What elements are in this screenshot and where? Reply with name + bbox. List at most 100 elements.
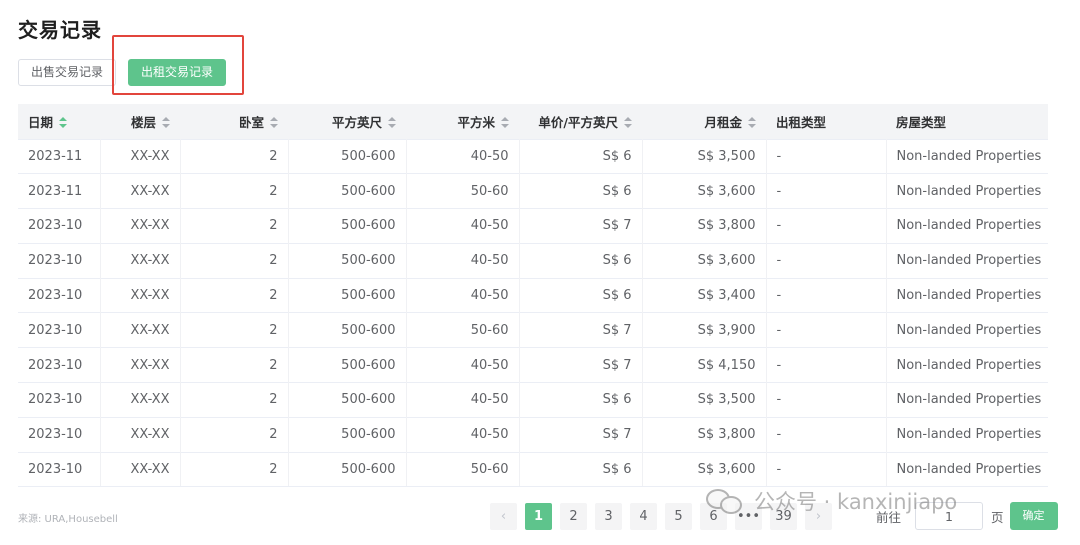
goto-page-input[interactable] xyxy=(915,502,984,530)
tab-sale-records[interactable]: 出售交易记录 xyxy=(18,59,117,86)
cell-property-type: Non-landed Properties xyxy=(896,392,1042,408)
cell-monthly-rent: S$ 3,800 xyxy=(642,417,767,453)
pagination: ‹ 1 2 3 4 5 6 ••• 39 › 前往 页 确定 xyxy=(490,502,1058,530)
table-row: 2023-10 XX-XX 2 500-600 40-50 S$ 6 S$ 3,400- No… xyxy=(18,278,1048,313)
cell-floor: XX-XX xyxy=(100,278,181,313)
sort-icon[interactable] xyxy=(501,117,509,129)
cell-price-psf: S$ 6 xyxy=(519,139,643,174)
prev-page-button[interactable]: ‹ xyxy=(490,502,517,530)
cell-rental-type: - xyxy=(766,312,887,348)
cell-rental-type: - xyxy=(766,382,887,418)
table-row: 2023-10 XX-XX 2 500-600 40-50 S$ 7 S$ 4,150- No… xyxy=(18,347,1048,383)
cell-sqft: 500-600 xyxy=(288,452,407,486)
cell-date: 2023-10 xyxy=(18,278,101,313)
sort-icon[interactable] xyxy=(270,117,278,129)
confirm-goto-button[interactable]: 确定 xyxy=(1009,502,1058,530)
cell-price-psf: S$ 6 xyxy=(519,173,643,209)
cell-bedrooms: 2 xyxy=(180,312,289,348)
cell-monthly-rent: S$ 3,600 xyxy=(642,243,767,279)
cell-monthly-rent: S$ 3,500 xyxy=(642,382,767,418)
table-row: 2023-10 XX-XX 2 500-600 40-50 S$ 7 S$ 3,800- No… xyxy=(18,417,1048,453)
cell-property-type: Non-landed Properties xyxy=(896,357,1042,373)
table-row: 2023-10 XX-XX 2 500-600 50-60 S$ 6 S$ 3,600- No… xyxy=(18,452,1048,486)
sort-icon[interactable] xyxy=(162,117,170,129)
table-header-row: 日期 楼层 卧室 平方英尺 平方米 单价/平方英尺 月租金 出租类型 房屋类型 xyxy=(18,104,1048,139)
cell-property-type: Non-landed Properties xyxy=(896,183,1042,199)
cell-monthly-rent: S$ 4,150 xyxy=(642,347,767,383)
cell-price-psf: S$ 6 xyxy=(519,382,643,418)
column-header-monthly-rent[interactable]: 月租金 xyxy=(642,104,766,139)
cell-monthly-rent: S$ 3,600 xyxy=(642,452,767,486)
page-button-1[interactable]: 1 xyxy=(525,502,552,530)
cell-price-psf: S$ 6 xyxy=(519,452,643,486)
column-header-floor[interactable]: 楼层 xyxy=(100,104,180,139)
cell-monthly-rent: S$ 3,400 xyxy=(642,278,767,313)
cell-bedrooms: 2 xyxy=(180,278,289,313)
page-button-5[interactable]: 5 xyxy=(665,502,692,530)
cell-date: 2023-10 xyxy=(18,243,101,279)
cell-rental-type: - xyxy=(766,208,887,244)
cell-price-psf: S$ 7 xyxy=(519,312,643,348)
cell-sqm: 40-50 xyxy=(406,139,520,174)
cell-floor: XX-XX xyxy=(100,243,181,279)
cell-price-psf: S$ 6 xyxy=(519,278,643,313)
cell-bedrooms: 2 xyxy=(180,382,289,418)
page-button-39[interactable]: 39 xyxy=(770,502,797,530)
page-button-4[interactable]: 4 xyxy=(630,502,657,530)
cell-sqm: 40-50 xyxy=(406,347,520,383)
cell-price-psf: S$ 7 xyxy=(519,417,643,453)
cell-floor: XX-XX xyxy=(100,382,181,418)
sort-icon[interactable] xyxy=(388,117,396,129)
goto-label: 前往 xyxy=(876,509,902,525)
table-row: 2023-10 XX-XX 2 500-600 40-50 S$ 7 S$ 3,800- No… xyxy=(18,208,1048,244)
cell-date: 2023-11 xyxy=(18,173,101,209)
column-header-date[interactable]: 日期 xyxy=(18,104,100,139)
cell-floor: XX-XX xyxy=(100,452,181,486)
cell-bedrooms: 2 xyxy=(180,243,289,279)
cell-sqft: 500-600 xyxy=(288,173,407,209)
cell-floor: XX-XX xyxy=(100,208,181,244)
cell-property-type: Non-landed Properties xyxy=(896,218,1042,234)
cell-sqm: 40-50 xyxy=(406,208,520,244)
sort-icon[interactable] xyxy=(624,117,632,129)
tab-rental-records[interactable]: 出租交易记录 xyxy=(128,59,227,86)
cell-rental-type: - xyxy=(766,243,887,279)
cell-property-type: Non-landed Properties xyxy=(896,322,1042,338)
column-header-price-psf[interactable]: 单价/平方英尺 xyxy=(519,104,642,139)
next-page-button[interactable]: › xyxy=(805,502,832,530)
cell-sqm: 40-50 xyxy=(406,382,520,418)
data-source-note: 来源: URA,Housebell xyxy=(18,514,118,525)
cell-monthly-rent: S$ 3,800 xyxy=(642,208,767,244)
cell-sqft: 500-600 xyxy=(288,382,407,418)
column-header-bedrooms[interactable]: 卧室 xyxy=(180,104,288,139)
more-pages-ellipsis[interactable]: ••• xyxy=(735,502,762,530)
page-button-6[interactable]: 6 xyxy=(700,502,727,530)
cell-price-psf: S$ 7 xyxy=(519,347,643,383)
cell-rental-type: - xyxy=(766,452,887,486)
cell-sqm: 40-50 xyxy=(406,243,520,279)
sort-icon[interactable] xyxy=(748,117,756,129)
sort-icon[interactable] xyxy=(59,117,68,129)
cell-rental-type: - xyxy=(766,173,887,209)
cell-bedrooms: 2 xyxy=(180,417,289,453)
cell-sqm: 40-50 xyxy=(406,417,520,453)
cell-sqft: 500-600 xyxy=(288,208,407,244)
cell-date: 2023-10 xyxy=(18,452,101,486)
column-header-rental-type: 出租类型 xyxy=(776,114,827,130)
cell-date: 2023-10 xyxy=(18,417,101,453)
cell-sqft: 500-600 xyxy=(288,347,407,383)
cell-property-type: Non-landed Properties xyxy=(896,288,1042,304)
cell-property-type: Non-landed Properties xyxy=(896,427,1042,443)
column-header-sqft[interactable]: 平方英尺 xyxy=(288,104,406,139)
cell-bedrooms: 2 xyxy=(180,208,289,244)
table-row: 2023-10 XX-XX 2 500-600 40-50 S$ 6 S$ 3,600- No… xyxy=(18,243,1048,279)
table-row: 2023-10 XX-XX 2 500-600 40-50 S$ 6 S$ 3,500- No… xyxy=(18,382,1048,418)
cell-monthly-rent: S$ 3,600 xyxy=(642,173,767,209)
page-button-2[interactable]: 2 xyxy=(560,502,587,530)
cell-monthly-rent: S$ 3,500 xyxy=(642,139,767,174)
page-button-3[interactable]: 3 xyxy=(595,502,622,530)
cell-floor: XX-XX xyxy=(100,417,181,453)
column-header-sqm[interactable]: 平方米 xyxy=(406,104,519,139)
cell-sqm: 40-50 xyxy=(406,278,520,313)
cell-sqm: 50-60 xyxy=(406,452,520,486)
